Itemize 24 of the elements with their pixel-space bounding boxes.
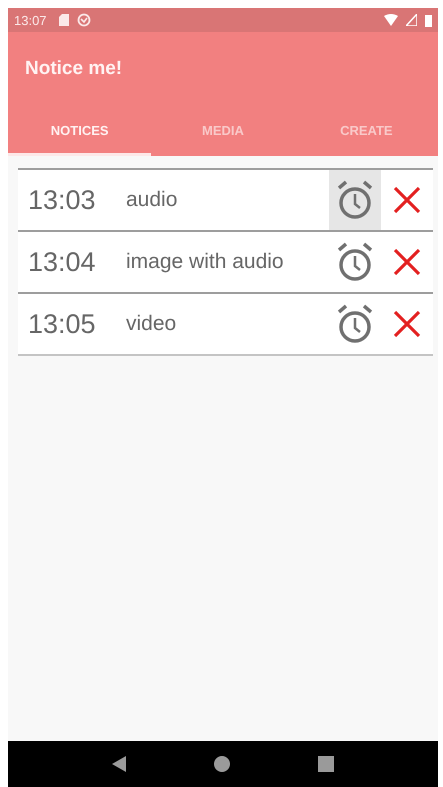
notice-time: 13:03 (28, 184, 97, 216)
notice-time: 13:05 (28, 308, 97, 340)
notice-row[interactable]: 13:04 image with audio (18, 230, 433, 292)
home-icon[interactable] (214, 756, 230, 772)
battery-icon (425, 14, 432, 26)
back-icon[interactable] (112, 756, 126, 772)
status-time: 13:07 (14, 12, 47, 28)
notice-label: video (126, 312, 178, 336)
alarm-clock-icon (337, 304, 373, 344)
close-icon (393, 310, 421, 338)
app-title: Notice me! (24, 57, 124, 81)
alarm-button[interactable] (329, 170, 381, 230)
alarm-clock-icon (337, 180, 373, 220)
notice-label: image with audio (126, 250, 285, 274)
close-icon (393, 186, 421, 214)
close-icon (393, 248, 421, 276)
notice-time: 13:04 (28, 246, 97, 278)
wifi-icon (384, 14, 398, 26)
notice-label: audio (126, 188, 178, 212)
signal-icon (406, 14, 417, 26)
alarm-clock-icon (337, 242, 373, 282)
sd-card-icon (58, 14, 69, 26)
notice-row[interactable]: 13:03 audio (18, 168, 433, 230)
notice-row[interactable]: 13:05 video (18, 292, 433, 356)
